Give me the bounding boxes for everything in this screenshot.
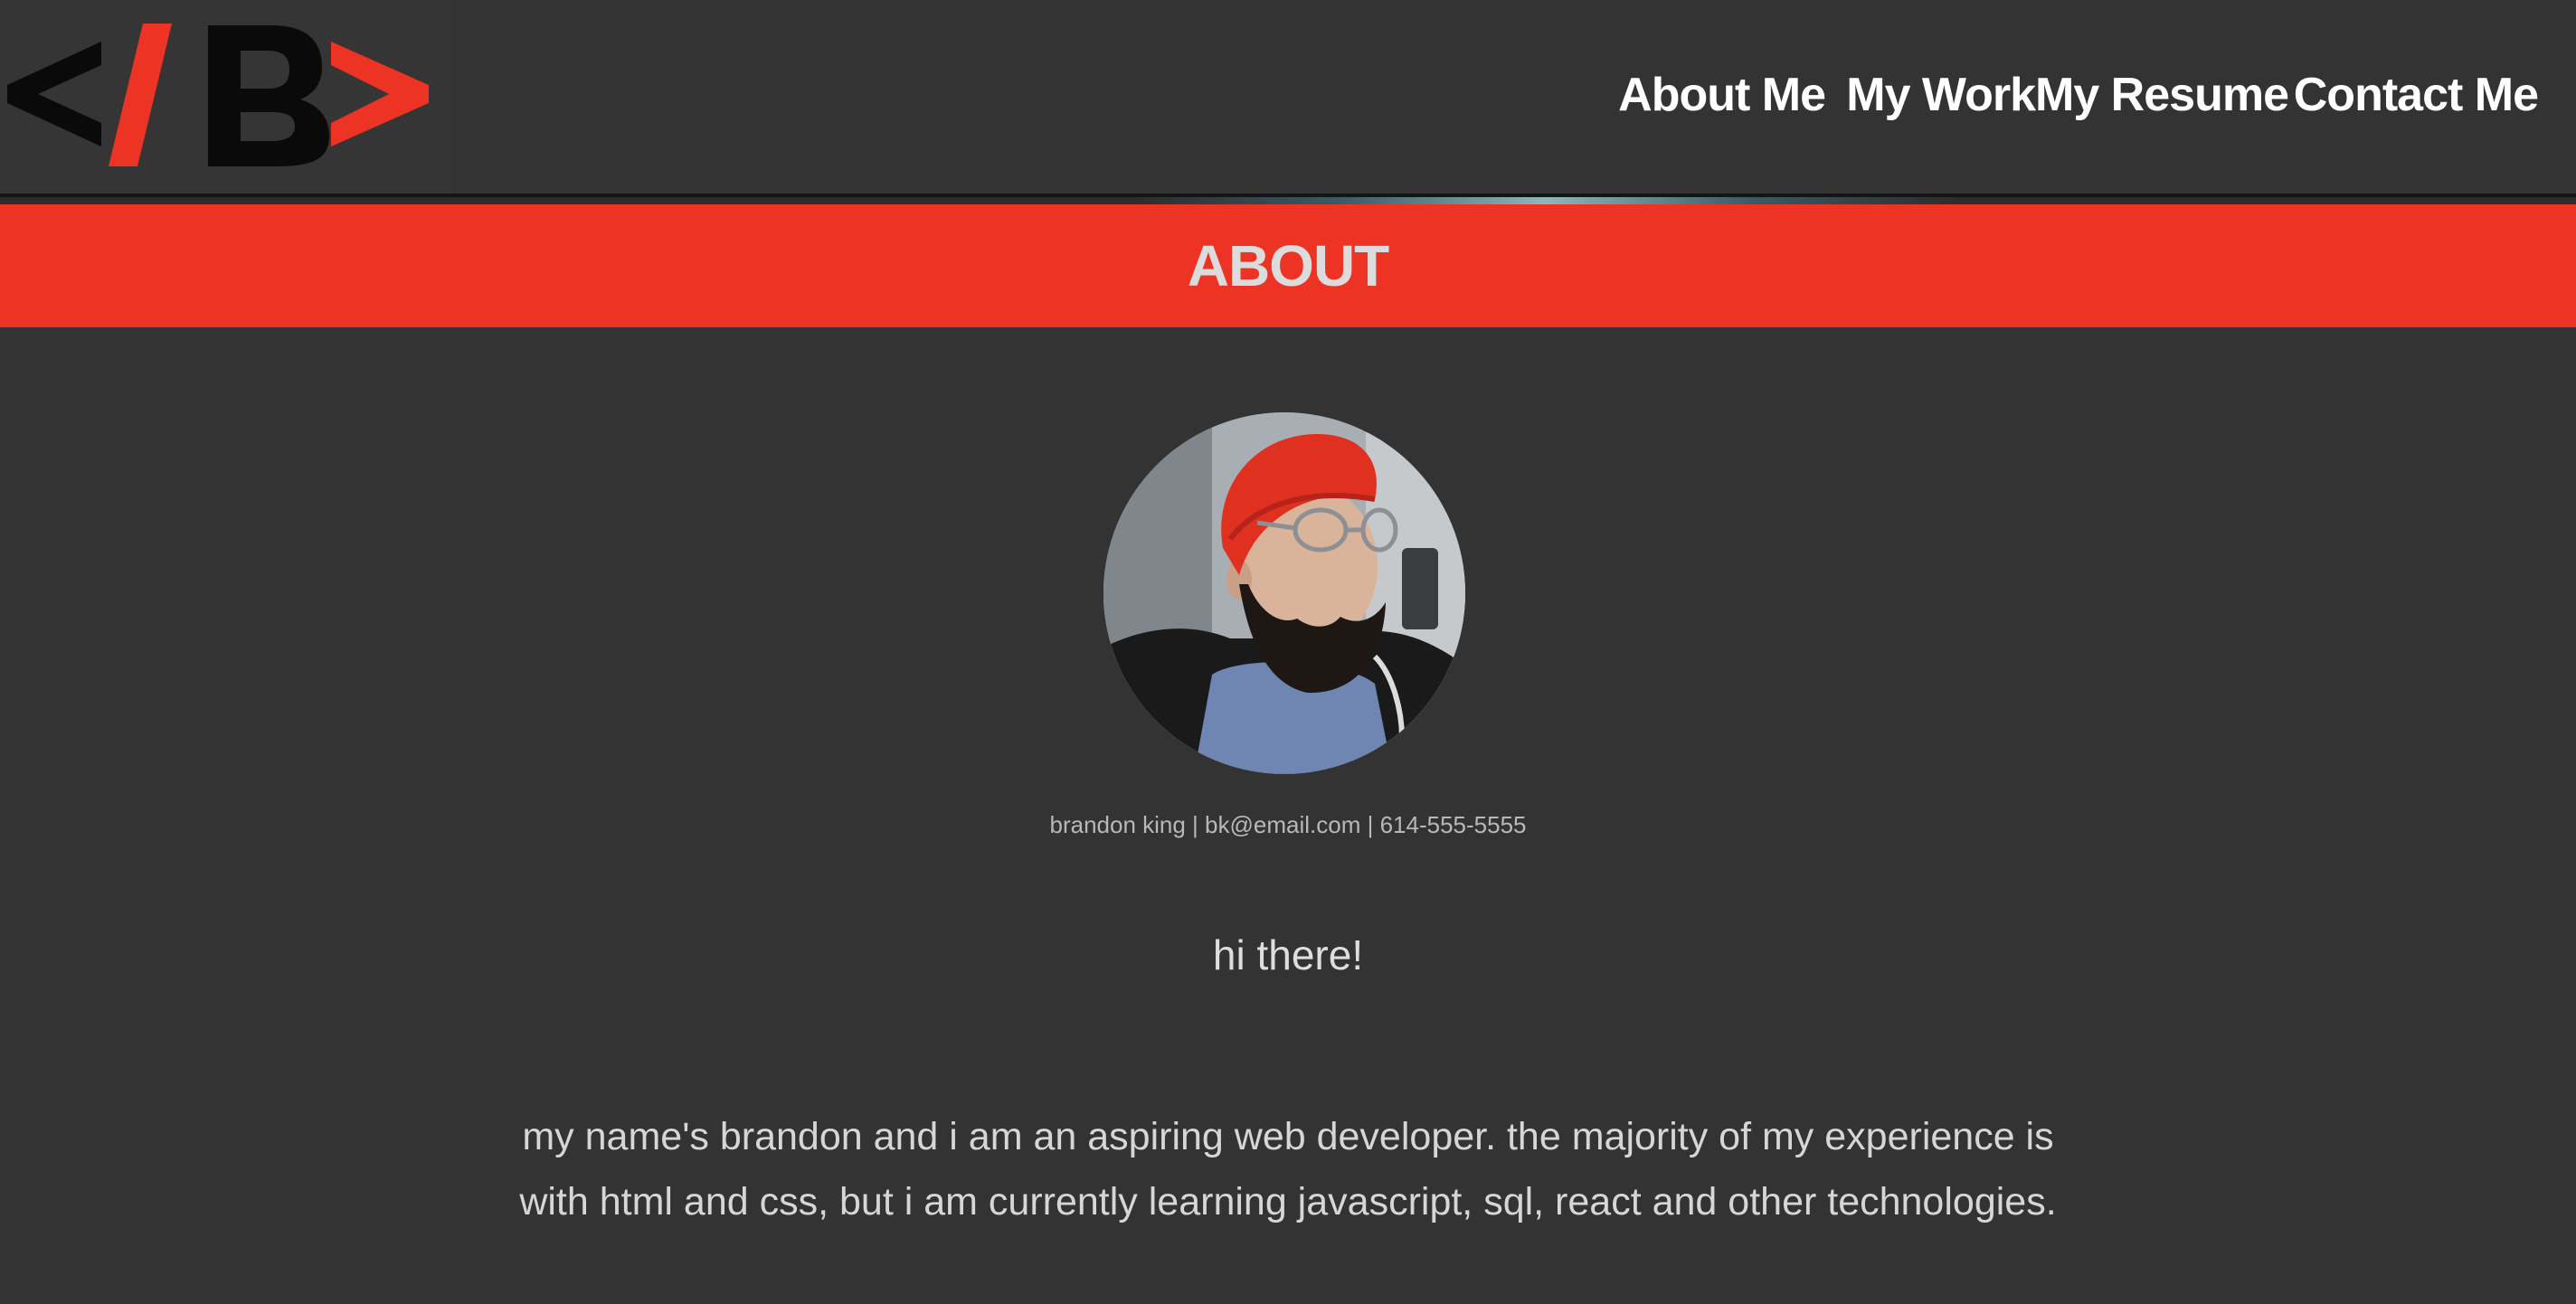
section-banner: ABOUT — [0, 204, 2576, 327]
nav-contact-me[interactable]: Contact Me — [2294, 63, 2539, 127]
site-logo[interactable] — [0, 0, 452, 194]
profile-photo-icon — [1103, 412, 1465, 774]
section-title: ABOUT — [1187, 233, 1390, 298]
nav-my-work[interactable]: My Work — [1846, 63, 2036, 127]
contact-info: brandon king | bk@email.com | 614-555-55… — [1049, 811, 1527, 838]
nav-my-resume[interactable]: My Resume — [2035, 63, 2289, 127]
logo-mark-icon — [7, 24, 429, 166]
bio-paragraph: my name's brandon and i am an aspiring w… — [519, 1115, 2057, 1224]
nav-about-me[interactable]: About Me — [1618, 63, 1826, 127]
header-accent-strip — [0, 197, 2576, 204]
greeting-heading: hi there! — [1212, 931, 1364, 978]
profile-photo — [1103, 412, 1465, 774]
site-header: About Me My Work My Resume Contact Me — [0, 0, 2576, 197]
